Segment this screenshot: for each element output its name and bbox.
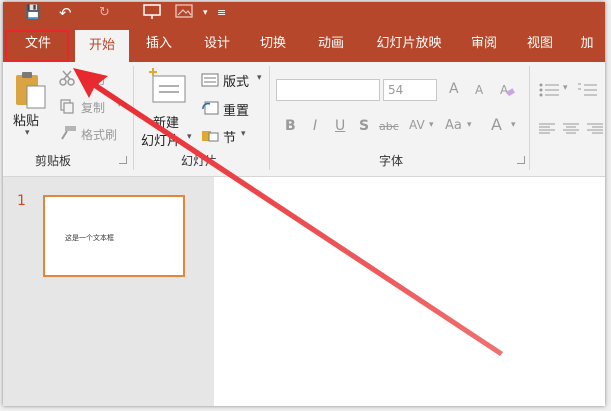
annotation-arrow: [73, 68, 503, 356]
powerpoint-window: 💾 ↶ ↻ ▾ ≡ 文件 开始 插入 设计 切换 动画 幻灯片放映 审阅 视图 …: [3, 2, 605, 406]
